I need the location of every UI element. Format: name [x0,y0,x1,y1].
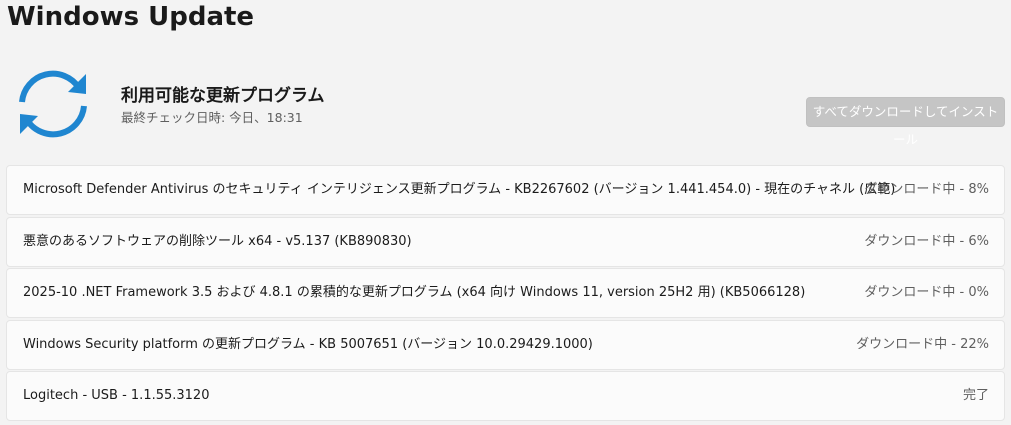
download-install-all-button[interactable]: すべてダウンロードしてインストール [806,97,1005,147]
update-status: ダウンロード中 - 0% [864,285,989,300]
update-status: ダウンロード中 - 22% [856,336,989,352]
update-status: ダウンロード中 - 6% [864,233,989,249]
last-checked-time: 最終チェック日時: 今日、18:31 [121,110,303,125]
update-status-header: 利用可能な更新プログラム 最終チェック日時: 今日、18:31 すべてダウンロー… [0,62,1011,147]
update-item[interactable]: Logitech - USB - 1.1.55.3120 完了 [6,371,1005,421]
sync-arrows-icon [19,70,87,138]
page-title: Windows Update [7,2,255,32]
update-status: 完了 [962,388,989,403]
update-item[interactable]: 2025-10 .NET Framework 3.5 および 4.8.1 の累積… [6,268,1005,318]
update-item[interactable]: 悪意のあるソフトウェアの削除ツール x64 - v5.137 (KB890830… [6,216,1005,267]
updates-list: Microsoft Defender Antivirus のセキュリティ インテ… [6,165,1005,423]
update-name: Windows Security platform の更新プログラム - KB … [23,336,593,352]
update-name: 悪意のあるソフトウェアの削除ツール x64 - v5.137 (KB890830… [23,233,412,249]
update-status: ダウンロード中 - 8% [864,182,989,197]
update-name: 2025-10 .NET Framework 3.5 および 4.8.1 の累積… [23,285,806,300]
update-name: Microsoft Defender Antivirus のセキュリティ インテ… [23,182,896,197]
update-item[interactable]: Windows Security platform の更新プログラム - KB … [6,319,1005,370]
update-name: Logitech - USB - 1.1.55.3120 [23,388,210,403]
update-item[interactable]: Microsoft Defender Antivirus のセキュリティ インテ… [6,165,1005,215]
status-title: 利用可能な更新プログラム [121,86,325,106]
